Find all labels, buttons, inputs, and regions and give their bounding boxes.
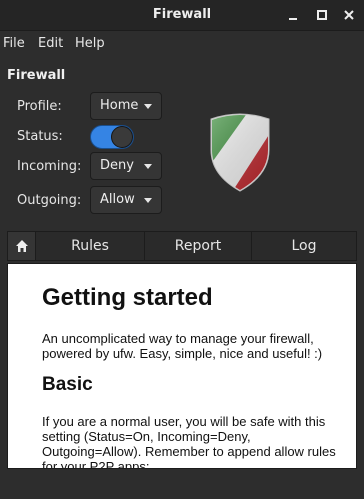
incoming-label: Incoming: [17, 159, 82, 174]
home-icon [16, 240, 28, 252]
outgoing-value: Allow [100, 192, 135, 207]
incoming-value: Deny [100, 158, 134, 173]
firewall-section-title: Firewall [7, 68, 66, 83]
title-bar: Firewall [0, 0, 364, 31]
profile-value: Home [100, 98, 139, 113]
page-title: Getting started [42, 284, 213, 311]
outgoing-label: Outgoing: [17, 193, 82, 208]
status-toggle[interactable] [90, 125, 134, 149]
window-title: Firewall [152, 7, 212, 22]
home-content-panel[interactable]: Getting started An uncomplicated way to … [7, 263, 357, 469]
tab-log[interactable]: Log [251, 232, 356, 260]
maximize-icon[interactable] [313, 6, 331, 24]
tab-bar: Rules Report Log [7, 231, 357, 261]
menu-bar: File Edit Help [0, 31, 364, 57]
chevron-down-icon [144, 198, 152, 203]
menu-file[interactable]: File [3, 31, 25, 57]
basic-heading: Basic [42, 374, 93, 395]
incoming-dropdown[interactable]: Deny [90, 152, 162, 180]
basic-paragraph: If you are a normal user, you will be sa… [42, 414, 336, 469]
profile-dropdown[interactable]: Home [90, 92, 162, 120]
firewall-shield-icon [208, 112, 272, 192]
tab-rules[interactable]: Rules [36, 232, 144, 260]
status-bar [0, 470, 364, 499]
chevron-down-icon [144, 104, 152, 109]
close-icon[interactable] [340, 6, 358, 24]
minimize-icon[interactable] [284, 6, 302, 24]
chevron-down-icon [144, 164, 152, 169]
tab-home[interactable] [8, 232, 36, 260]
menu-help[interactable]: Help [75, 31, 105, 57]
tab-report[interactable]: Report [144, 232, 251, 260]
toggle-knob [111, 126, 133, 148]
menu-edit[interactable]: Edit [38, 31, 63, 57]
status-label: Status: [17, 129, 63, 144]
profile-label: Profile: [17, 99, 62, 114]
intro-paragraph: An uncomplicated way to manage your fire… [42, 331, 323, 361]
outgoing-dropdown[interactable]: Allow [90, 186, 162, 214]
